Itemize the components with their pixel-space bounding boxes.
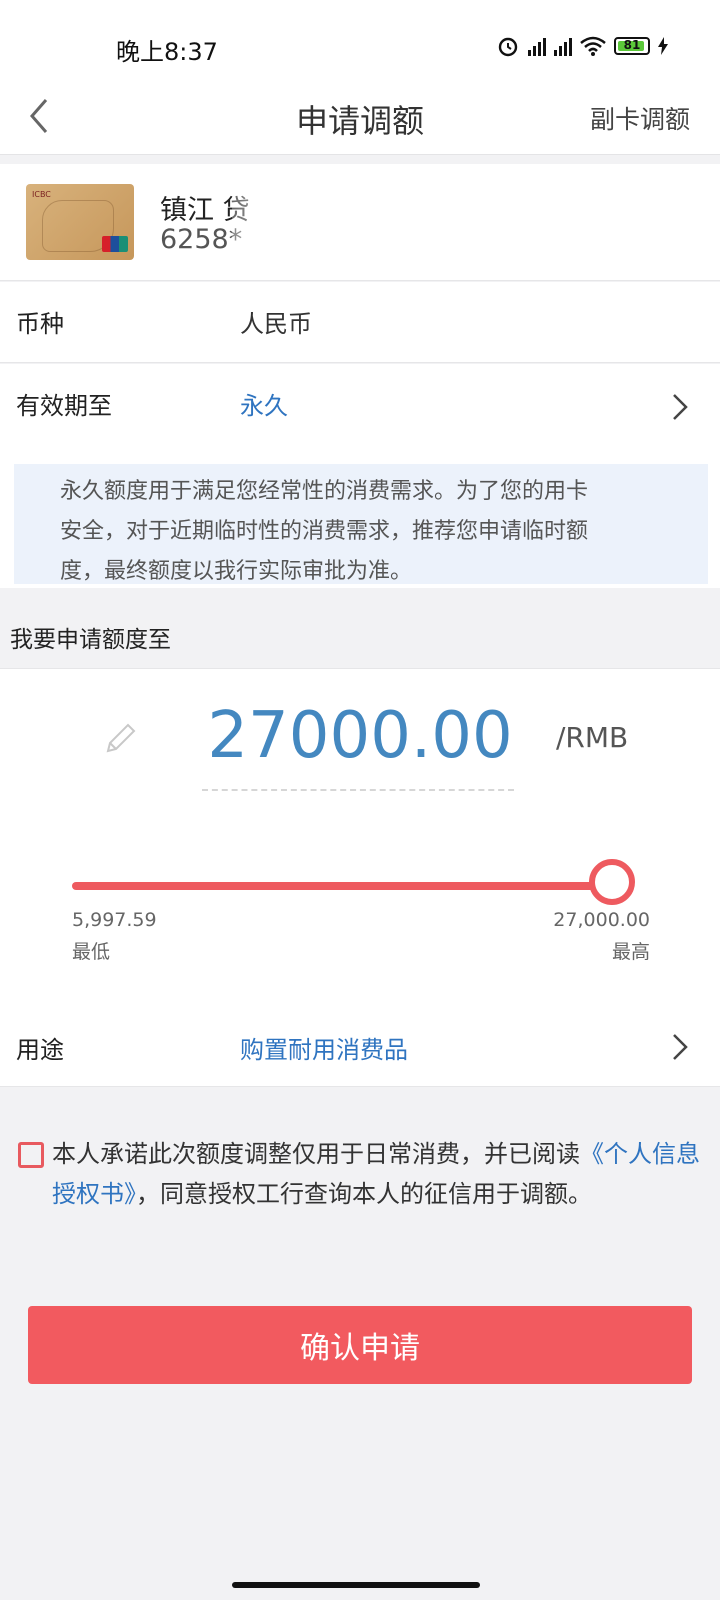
purpose-value: 购置耐用消费品 <box>240 1036 408 1064</box>
battery-level: 81 <box>623 38 641 52</box>
validity-label: 有效期至 <box>16 392 112 420</box>
min-value: 5,997.59 <box>72 909 157 931</box>
status-icons: 81 <box>496 34 668 58</box>
signal-icon-2 <box>554 36 572 56</box>
notice-line: 度，最终额度以我行实际审批为准。 <box>60 559 413 584</box>
agreement-text: 本人承诺此次额度调整仅用于日常消费，并已阅读 <box>52 1140 580 1168</box>
nav-bar: 申请调额 副卡调额 <box>0 80 720 155</box>
alarm-icon <box>498 37 518 57</box>
notice-line: 永久额度用于满足您经常性的消费需求。为了您的用卡 <box>60 479 589 504</box>
masked-area <box>232 182 482 264</box>
amount-unit: /RMB <box>556 721 629 754</box>
agreement-checkbox[interactable] <box>18 1142 44 1168</box>
min-label: 最低 <box>72 941 111 963</box>
status-time: 晚上8:37 <box>116 38 218 66</box>
wifi-icon <box>580 36 606 56</box>
currency-row: 币种 人民币 <box>0 282 720 363</box>
section-title: 我要申请额度至 <box>10 627 171 653</box>
signal-icon <box>528 36 546 56</box>
card-selector[interactable]: ICBC 镇江 贷 6258* <box>0 164 720 281</box>
confirm-button[interactable]: 确认申请 <box>28 1306 692 1384</box>
currency-label: 币种 <box>16 310 64 338</box>
battery-icon: 81 <box>614 37 650 55</box>
max-value: 27,000.00 <box>553 909 650 931</box>
unionpay-logo <box>102 236 128 252</box>
limit-notice: 永久额度用于满足您经常性的消费需求。为了您的用卡 安全，对于近期临时性的消费需求… <box>14 464 708 584</box>
notice-line: 安全，对于近期临时性的消费需求，推荐您申请临时额 <box>60 519 589 544</box>
agreement: 本人承诺此次额度调整仅用于日常消费，并已阅读《个人信息授权书》，同意授权工行查询… <box>16 1134 706 1214</box>
currency-value: 人民币 <box>240 310 312 338</box>
status-bar: 晚上8:37 81 <box>0 0 720 80</box>
home-indicator <box>232 1582 480 1588</box>
amount-underline <box>202 789 514 791</box>
chevron-right-icon <box>673 1034 688 1060</box>
validity-value: 永久 <box>240 392 288 420</box>
slider-thumb[interactable] <box>589 859 635 905</box>
agreement-text-end: ，同意授权工行查询本人的征信用于调额。 <box>136 1180 592 1208</box>
purpose-label: 用途 <box>16 1036 64 1064</box>
supplementary-card-adjust-link[interactable]: 副卡调额 <box>590 100 690 136</box>
slider-track[interactable] <box>72 882 628 890</box>
charging-icon <box>658 37 668 55</box>
purpose-row[interactable]: 用途 购置耐用消费品 <box>0 1006 720 1087</box>
credit-card-image: ICBC <box>26 184 134 260</box>
chevron-right-icon <box>673 394 688 420</box>
bank-logo: ICBC <box>32 190 51 199</box>
max-label: 最高 <box>611 941 650 963</box>
amount-panel: 27000.00 /RMB 5,997.59 最低 27,000.00 最高 <box>0 668 720 1008</box>
validity-row[interactable]: 有效期至 永久 <box>0 364 720 448</box>
card-number: 6258* <box>160 224 243 255</box>
